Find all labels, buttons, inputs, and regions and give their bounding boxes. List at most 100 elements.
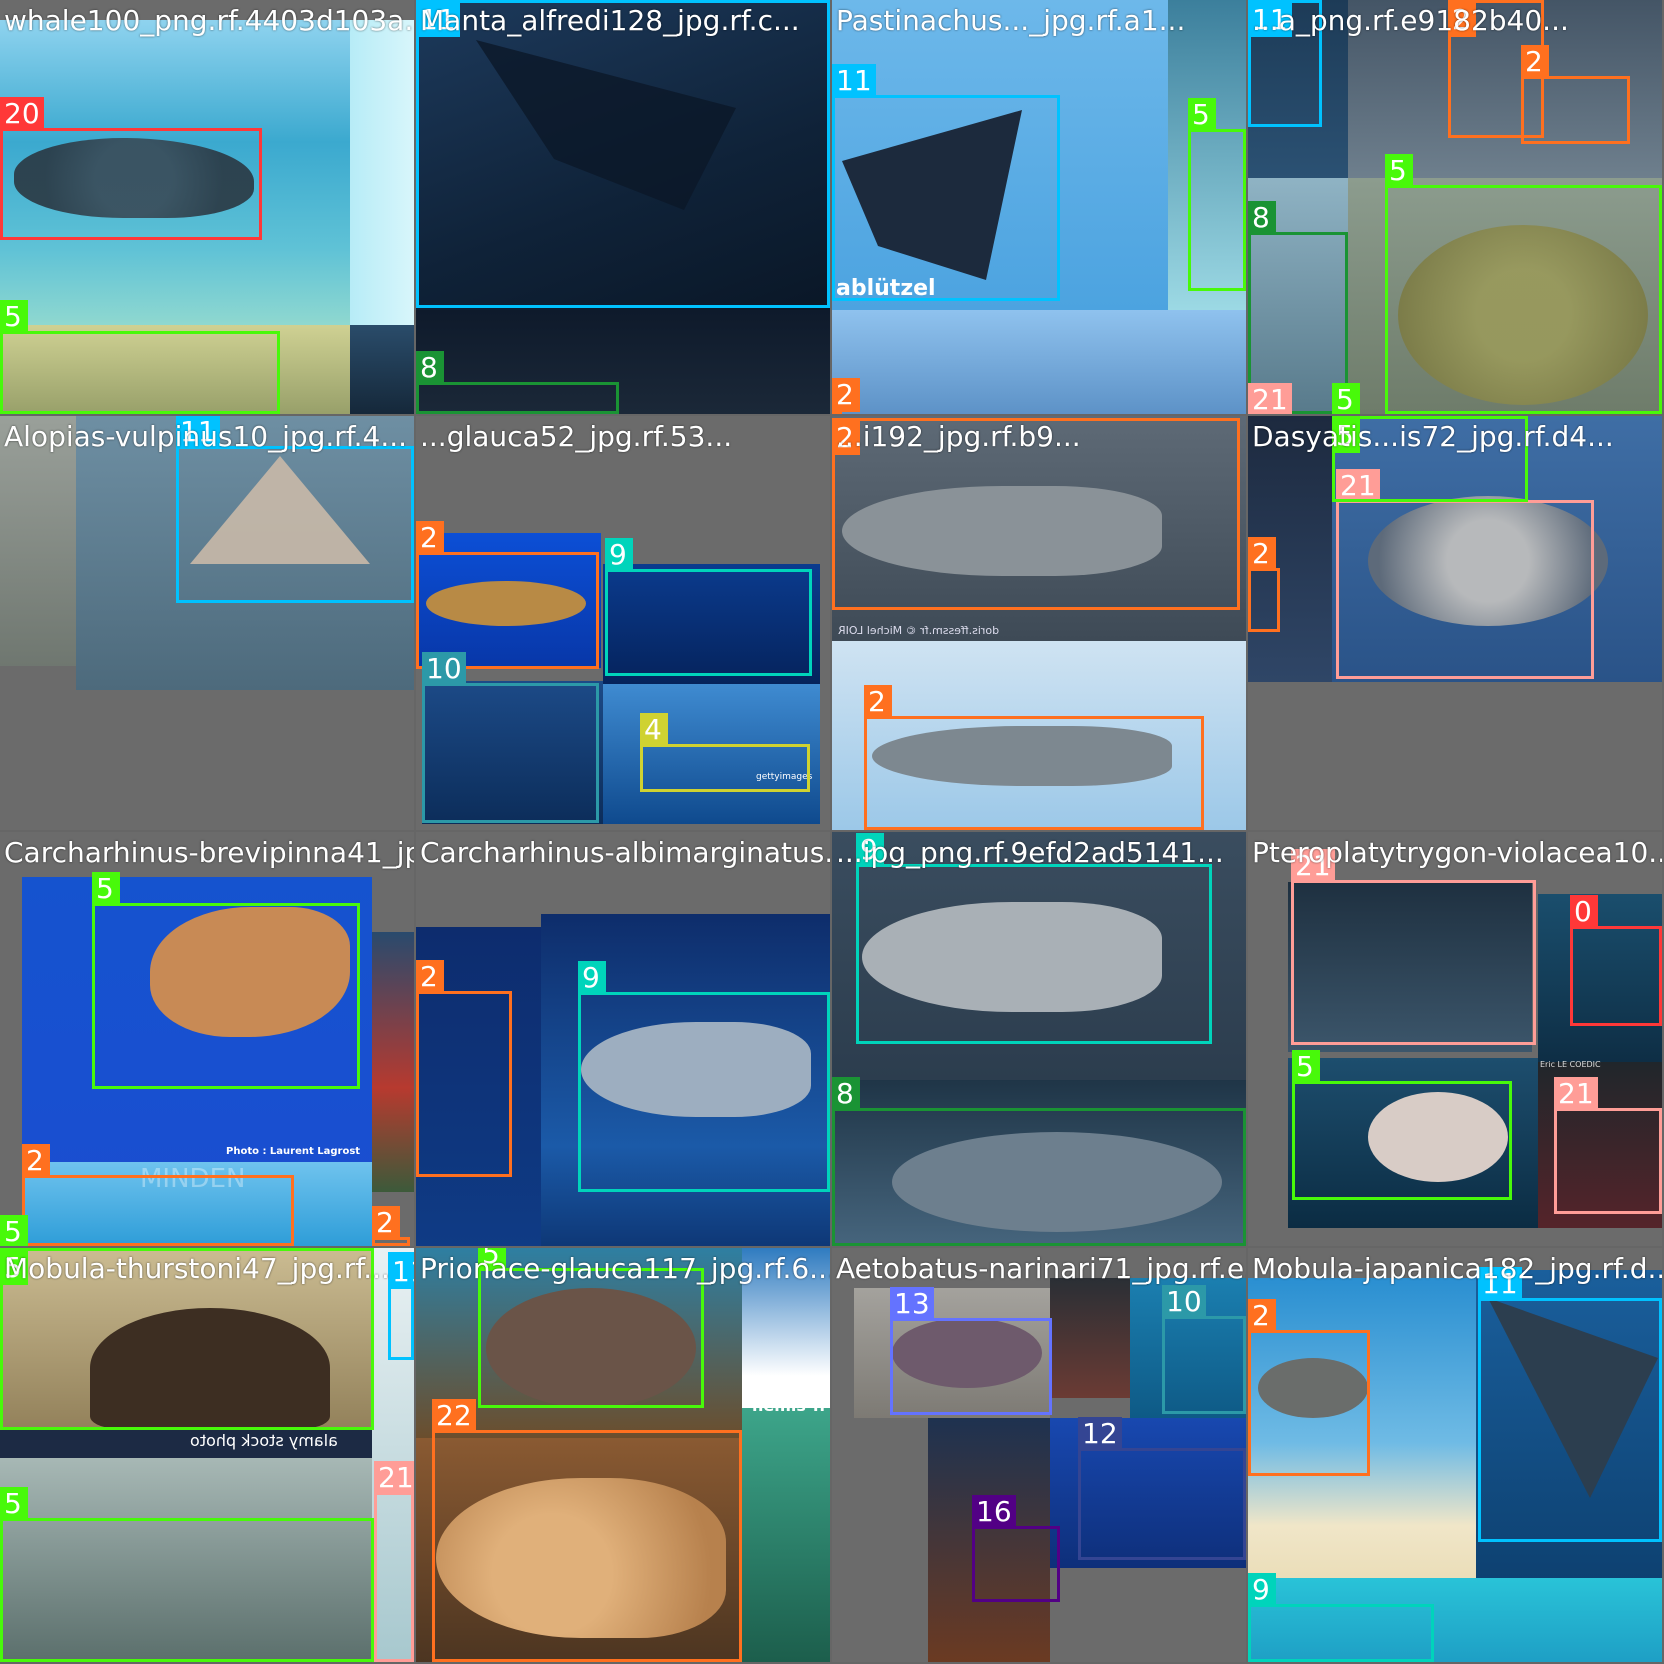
class-label: 0 [1570, 895, 1598, 929]
class-label: 5 [1332, 383, 1360, 414]
detection-box: 5 [478, 1248, 704, 1408]
class-label: 21 [1291, 849, 1335, 883]
class-label: 5 [92, 872, 120, 906]
mosaic-tile: gettyimages ...glauca52_jpg.rf.53... 2 9… [416, 416, 830, 830]
class-label: 9 [856, 833, 884, 867]
class-label: 11 [176, 416, 220, 449]
class-label: 2 [832, 421, 860, 455]
mosaic-tile: ...ipg_png.rf.9efd2ad5141... 9 8 [832, 832, 1246, 1246]
class-label: 16 [972, 1495, 1016, 1529]
detection-box: 5 [1385, 154, 1662, 414]
class-label: 2 [372, 1206, 400, 1240]
class-label: 2 [832, 378, 860, 412]
class-label: 9 [605, 538, 633, 572]
mosaic-tile: Eric LE COEDIC Pteroplatytrygon-violacea… [1248, 832, 1662, 1246]
underwater-photo [372, 932, 414, 1192]
underwater-photo [350, 20, 414, 325]
class-label: 13 [890, 1287, 934, 1321]
mosaic-tile: Carcharhinus-albimarginatus... 2 9 [416, 832, 830, 1246]
detection-box: 16 [972, 1495, 1060, 1602]
detection-box: 21 [374, 1461, 414, 1662]
mosaic-tile: Aetobatus-narinari71_jpg.rf.e... 13 10 1… [832, 1248, 1246, 1662]
watermark-text: doris.ffessm.fr © Michel LOIR [838, 624, 1000, 637]
detection-box: 11 [388, 1252, 414, 1360]
class-label: 9 [1248, 1573, 1276, 1607]
detection-box: 5 [0, 1248, 374, 1430]
class-label: 5 [478, 1248, 506, 1271]
class-label: 11 [1248, 3, 1292, 37]
detection-box: 8 [416, 351, 619, 414]
class-label: 12 [1078, 1417, 1122, 1451]
detection-box: 9 [856, 833, 1212, 1044]
class-label: 10 [1162, 1285, 1206, 1319]
mosaic-tile: doris.ffessm.fr © Michel LOIR ...i192_jp… [832, 416, 1246, 830]
detection-box: 2 [832, 378, 860, 414]
detection-box: 8 [832, 1077, 1246, 1246]
class-label: 5 [0, 300, 28, 334]
class-label: 21 [1554, 1077, 1598, 1111]
class-label: 5 [1188, 98, 1216, 132]
detection-box: 21 [1336, 469, 1594, 679]
class-label: 2 [1521, 45, 1549, 79]
detection-box: 11 [1478, 1267, 1662, 1542]
class-label: 2 [1248, 1299, 1276, 1333]
detection-box: 2 [1248, 537, 1280, 632]
class-label: 8 [416, 351, 444, 385]
detection-box: 13 [890, 1287, 1052, 1415]
class-label: 2 [1248, 537, 1276, 571]
class-label: 2 [1448, 3, 1476, 37]
mosaic-tile: Mobula-japanica182_jpg.rf.d... 2 11 9 [1248, 1248, 1662, 1662]
detection-box: 5 [1332, 416, 1528, 502]
class-label: 2 [864, 685, 892, 719]
mosaic-tile: Manta_alfredi128_jpg.rf.c... 11 8 [416, 0, 830, 414]
underwater-photo [742, 1248, 830, 1408]
detection-box: 2 [832, 418, 1240, 610]
mosaic-tile: whale100_png.rf.4403d103a... 20 5 [0, 0, 414, 414]
class-label: 5 [0, 1215, 28, 1246]
detection-box: 0 [1570, 895, 1662, 1026]
class-label: 5 [1332, 419, 1360, 453]
image-filename: Carcharhinus-brevipinna41_jpg.rf.5... [4, 836, 414, 869]
detection-box: 10 [1162, 1285, 1246, 1414]
detection-box: 21 [1554, 1077, 1662, 1214]
class-label: 20 [0, 97, 44, 131]
detection-box: 9 [605, 538, 812, 676]
detection-box: 5 [1188, 98, 1246, 291]
class-label: 8 [1248, 201, 1276, 235]
detection-box: 2 [864, 685, 1204, 830]
class-label: 5 [0, 1487, 28, 1521]
watermark-text: Photo : Laurent Lagrost [226, 1146, 361, 1157]
detection-box: 12 [1078, 1417, 1246, 1560]
detection-box: 4 [640, 713, 810, 792]
image-filename: Carcharhinus-albimarginatus... [420, 836, 830, 869]
class-label: 2 [416, 960, 444, 994]
detection-box: 2 [372, 1206, 410, 1246]
class-label: 11 [832, 64, 876, 98]
class-label: 5 [1385, 154, 1413, 188]
watermark-text: hemis-fr [752, 1396, 828, 1415]
class-label: 8 [832, 1077, 860, 1111]
image-filename: ...glauca52_jpg.rf.53... [420, 420, 733, 453]
detection-box: 9 [1248, 1573, 1434, 1662]
mosaic-tile: ablützel Pastinachus..._jpg.rf.a1... 11 … [832, 0, 1246, 414]
class-label: 22 [432, 1399, 476, 1433]
detection-box: 5 [0, 300, 280, 414]
mosaic-grid: whale100_png.rf.4403d103a... 20 5 Manta_… [0, 0, 1664, 1664]
watermark-text: Eric LE COEDIC [1540, 1060, 1601, 1069]
detection-box: 2 [1248, 1299, 1370, 1476]
class-label: 11 [388, 1255, 414, 1289]
detection-box: 10 [422, 652, 599, 823]
detection-box: 5 [92, 872, 360, 1089]
class-label: 9 [578, 961, 606, 995]
class-label: 10 [422, 652, 466, 686]
class-label: 11 [416, 3, 460, 37]
mosaic-tile: hemis-fr Prionace-glauca117_jpg.rf.6... … [416, 1248, 830, 1662]
underwater-photo [350, 325, 414, 414]
class-label: 5 [1292, 1050, 1320, 1084]
detection-box: 2 [416, 960, 512, 1177]
detection-box: 20 [0, 97, 262, 240]
detection-box: 5 [0, 1487, 374, 1662]
mosaic-tile: ...a_png.rf.e9182b40... 11 2 2 5 8 21 5 [1248, 0, 1662, 414]
detection-box: 11 [832, 64, 1060, 301]
class-label: 11 [1478, 1267, 1522, 1301]
